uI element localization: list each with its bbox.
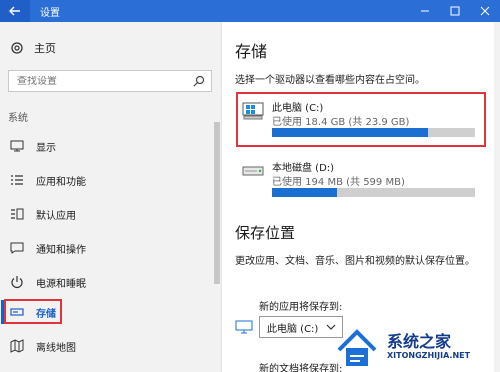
maximize-icon: [450, 6, 460, 16]
gear-icon: [11, 42, 23, 54]
sidebar-item-default-apps[interactable]: 默认应用: [0, 200, 212, 228]
sidebar-item-notifications[interactable]: 通知和操作: [0, 234, 212, 262]
power-icon: [10, 275, 24, 289]
sidebar-item-label: 电源和睡眠: [36, 278, 86, 290]
watermark-site: XITONGZHIJIA.NET: [387, 351, 471, 360]
highlight-box: [236, 92, 486, 147]
sidebar-item-label: 离线地图: [36, 342, 76, 354]
drive-usage-bar: [272, 188, 475, 197]
sidebar-item-apps[interactable]: 应用和功能: [0, 166, 212, 194]
search-input[interactable]: [17, 75, 187, 87]
highlight-box: [4, 299, 62, 324]
minimize-icon: [421, 10, 429, 12]
home-label: 主页: [34, 42, 56, 55]
window-title: 设置: [40, 7, 60, 19]
main-scrollbar[interactable]: [494, 22, 500, 372]
monitor-icon: [10, 139, 24, 153]
page-title: 存储: [235, 42, 268, 61]
watermark: 系统之家 XITONGZHIJIA.NET: [335, 324, 500, 372]
map-icon: [10, 339, 24, 353]
search-box: [8, 70, 212, 92]
house-logo-icon: [337, 329, 377, 366]
minimize-button[interactable]: [410, 0, 440, 22]
sidebar-item-label: 默认应用: [36, 210, 76, 222]
new-docs-label: 新的文档将保存到:: [259, 364, 343, 372]
watermark-brand: 系统之家: [387, 332, 452, 351]
monitor-icon: [235, 320, 253, 334]
page-description: 选择一个驱动器以查看哪些内容在占空间。: [235, 75, 425, 86]
main-panel: 存储 选择一个驱动器以查看哪些内容在占空间。 此电脑 (C:) 已使用 18.4…: [223, 22, 500, 372]
sidebar-item-label: 应用和功能: [36, 176, 86, 188]
close-button[interactable]: [470, 0, 500, 22]
hard-drive-icon: [242, 166, 264, 176]
back-arrow-icon: [9, 6, 20, 16]
sidebar-item-label: 显示: [36, 142, 56, 154]
drive-d[interactable]: 本地磁盘 (D:) 已使用 194 MB (共 599 MB): [236, 152, 481, 202]
new-apps-label: 新的应用将保存到:: [259, 302, 343, 313]
save-location-title: 保存位置: [235, 224, 296, 242]
home-nav[interactable]: 主页: [10, 40, 56, 56]
new-apps-location-select[interactable]: 此电脑 (C:): [259, 316, 343, 338]
sidebar-item-power[interactable]: 电源和睡眠: [0, 268, 212, 296]
sidebar-item-label: 通知和操作: [36, 244, 86, 256]
drive-usage-fill: [272, 188, 337, 197]
title-bar: 设置: [0, 0, 500, 22]
sidebar: 主页 系统 显示 应用和功能 默认应用 通知和操作 电源和睡眠 存储 离线地图: [0, 22, 222, 372]
section-label: 系统: [8, 113, 28, 124]
drive-usage: 已使用 194 MB (共 599 MB): [272, 177, 405, 188]
back-button[interactable]: [0, 0, 30, 22]
window-controls: [410, 0, 500, 22]
default-apps-icon: [10, 207, 24, 221]
search-icon[interactable]: [193, 75, 205, 87]
list-icon: [10, 173, 24, 187]
save-location-description: 更改应用、文档、音乐、图片和视频的默认保存位置。: [235, 256, 475, 267]
sidebar-item-display[interactable]: 显示: [0, 132, 212, 160]
select-value: 此电脑 (C:): [267, 323, 319, 335]
sidebar-scrollbar[interactable]: [214, 122, 220, 284]
sidebar-item-offline-maps[interactable]: 离线地图: [0, 332, 212, 360]
maximize-button[interactable]: [440, 0, 470, 22]
close-icon: [480, 6, 490, 16]
drive-name: 本地磁盘 (D:): [272, 163, 335, 174]
notification-icon: [10, 241, 24, 255]
